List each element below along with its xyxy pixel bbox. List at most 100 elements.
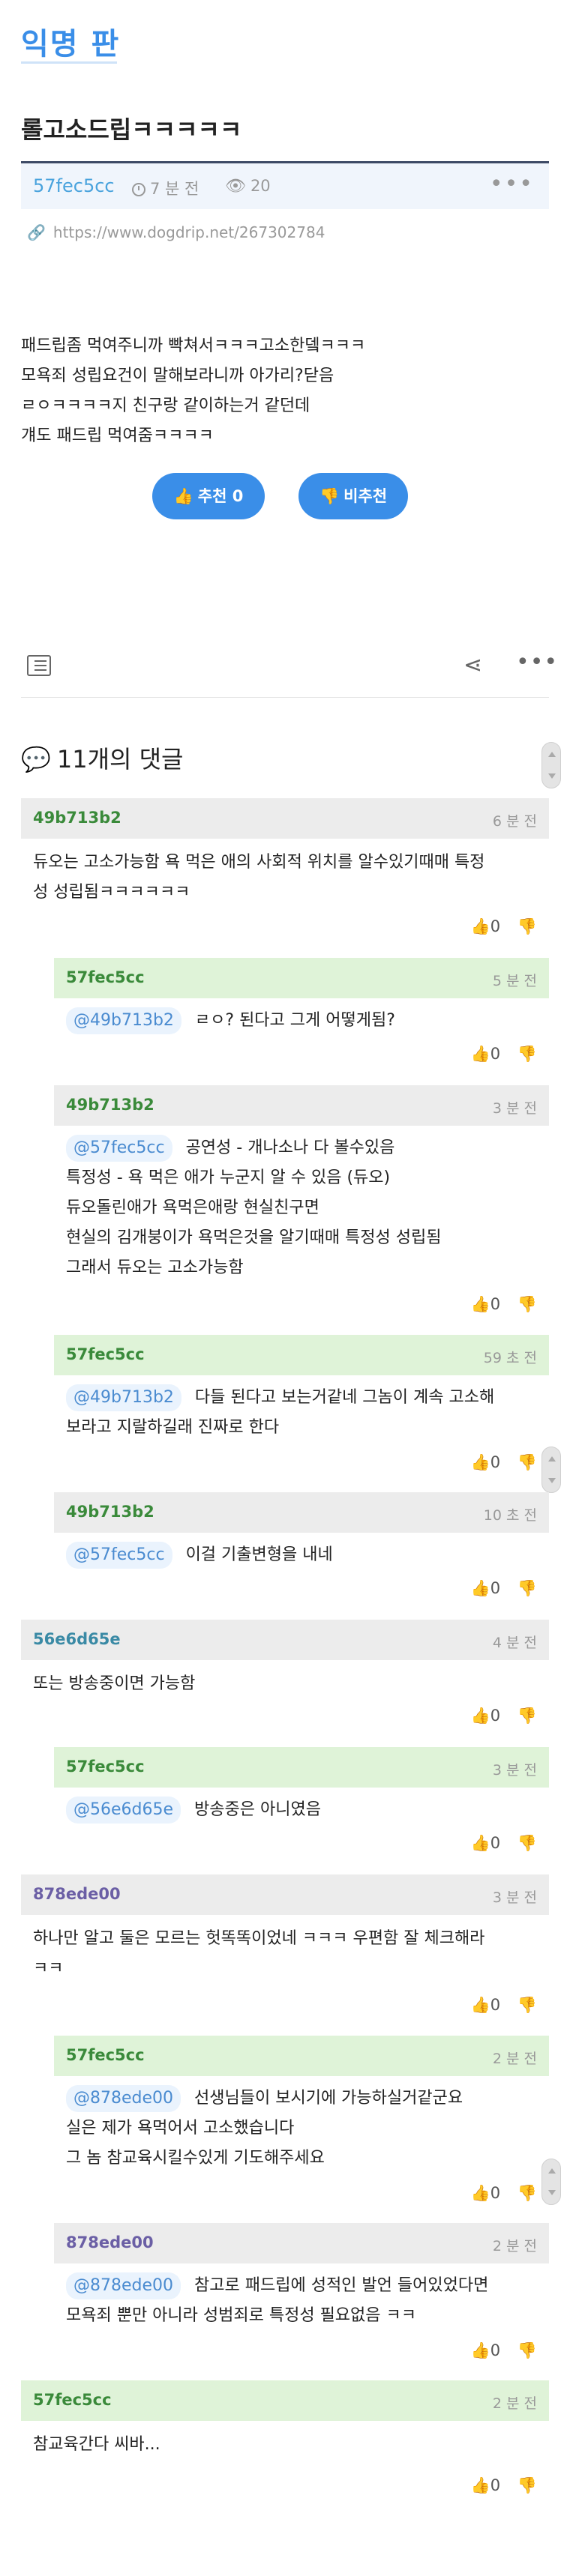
comment-time: 3 분 전: [492, 1889, 537, 1906]
comment-line: 보라고 지랄하길래 진짜로 한다: [66, 1418, 280, 1437]
comment-mention[interactable]: @49b713b2: [66, 1007, 182, 1034]
comment-header: 57fec5cc 2 분 전: [54, 2036, 549, 2076]
comment-item: 57fec5cc 2 분 전 @878ede00 선생님들이 보시기에 가능하실거…: [54, 2036, 549, 2223]
thumbs-up-icon: 👍: [470, 1045, 490, 1063]
comment-time: 2 분 전: [492, 2238, 537, 2254]
comment-dislike-button[interactable]: 👎: [518, 1295, 537, 1314]
comment-dislike-button[interactable]: 👎: [518, 2341, 537, 2360]
comment-mention[interactable]: @878ede00: [66, 2272, 182, 2299]
comment-like-button[interactable]: 👍0: [471, 2476, 501, 2495]
upvote-label: 추천 0: [197, 487, 244, 505]
post-body-line: 걔도 패드립 먹여줌ㅋㅋㅋㅋ: [21, 426, 214, 445]
comment-dislike-button[interactable]: 👎: [518, 2476, 537, 2495]
comment-time: 5 분 전: [492, 973, 537, 989]
comment-author[interactable]: 57fec5cc: [66, 1345, 145, 1363]
comment-author[interactable]: 57fec5cc: [66, 968, 145, 986]
list-icon[interactable]: [27, 655, 51, 676]
comment-votes: 👍0 👎: [459, 1295, 537, 1314]
comment-like-button[interactable]: 👍0: [471, 917, 501, 936]
thumbs-down-icon: 👎: [517, 1295, 537, 1313]
comment-time: 10 초 전: [483, 1507, 537, 1524]
comment-line: 듀오돌린애가 욕먹은애랑 현실친구면: [66, 1198, 320, 1217]
post-more-menu-icon[interactable]: •••: [490, 171, 534, 197]
comment-dislike-button[interactable]: 👎: [518, 1834, 537, 1853]
comment-like-button[interactable]: 👍0: [471, 1707, 501, 1725]
thumbs-down-icon: 👎: [319, 487, 340, 505]
post-body-line: 모욕죄 성립요건이 말해보라니까 아가리?닫음: [21, 367, 334, 385]
comment-author[interactable]: 49b713b2: [66, 1096, 154, 1114]
comment-author[interactable]: 56e6d65e: [33, 1630, 121, 1648]
comment-line: 실은 제가 욕먹어서 고소했습니다: [66, 2119, 295, 2138]
comment-votes: 👍0 👎: [459, 1834, 537, 1853]
comment-mention[interactable]: @878ede00: [66, 2085, 182, 2112]
comment-header: 49b713b2 3 분 전: [54, 1085, 549, 1126]
comment-dislike-button[interactable]: 👎: [518, 1045, 537, 1064]
comment-dislike-button[interactable]: 👎: [518, 2184, 537, 2203]
board-title[interactable]: 익명 판: [21, 19, 120, 63]
comment-header: 57fec5cc 59 초 전: [54, 1335, 549, 1375]
thumbs-up-icon: 👍: [470, 2476, 490, 2494]
thumbs-up-icon: 👍: [470, 2341, 490, 2359]
post-url-text[interactable]: https://www.dogdrip.net/267302784: [53, 223, 326, 241]
comment-mention[interactable]: @57fec5cc: [66, 1542, 172, 1569]
more-options-icon[interactable]: •••: [516, 649, 558, 675]
comment-votes: 👍0 👎: [459, 1707, 537, 1725]
upvote-button[interactable]: 👍 추천 0: [152, 473, 265, 519]
comment-dislike-button[interactable]: 👎: [518, 1579, 537, 1598]
comment-author[interactable]: 878ede00: [33, 1885, 121, 1903]
thumbs-up-icon: 👍: [470, 1707, 490, 1725]
comment-votes: 👍0 👎: [459, 1453, 537, 1472]
comment-mention[interactable]: @57fec5cc: [66, 1135, 172, 1162]
comment-header: 57fec5cc 2 분 전: [21, 2380, 549, 2421]
comment-like-button[interactable]: 👍0: [471, 1453, 501, 1472]
comment-header: 49b713b2 6 분 전: [21, 798, 549, 839]
comment-author[interactable]: 49b713b2: [33, 809, 122, 827]
comment-line: 방송중은 아니였음: [194, 1800, 321, 1819]
comment-item: 57fec5cc 2 분 전 참교육간다 씨바... 👍0 👎: [21, 2380, 549, 2530]
comment-author[interactable]: 57fec5cc: [66, 2046, 145, 2064]
comment-like-button[interactable]: 👍0: [471, 1045, 501, 1064]
comment-header: 57fec5cc 5 분 전: [54, 958, 549, 998]
thumbs-up-icon: 👍: [470, 917, 490, 935]
comment-like-count: 0: [490, 2476, 501, 2494]
comment-line: 이걸 기출변형을 내네: [185, 1545, 333, 1564]
comment-author[interactable]: 57fec5cc: [66, 1758, 145, 1776]
comment-header: 878ede00 2 분 전: [54, 2223, 549, 2263]
comment-line: 현실의 김개붕이가 욕먹은것을 알기때매 특정성 성립됨: [66, 1228, 442, 1247]
scroll-handle[interactable]: [542, 742, 561, 788]
post-url[interactable]: 🔗 https://www.dogdrip.net/267302784: [27, 223, 325, 241]
comment-header: 57fec5cc 3 분 전: [54, 1747, 549, 1788]
comment-mention[interactable]: @56e6d65e: [66, 1797, 182, 1824]
comment-like-button[interactable]: 👍0: [471, 1579, 501, 1598]
comment-like-button[interactable]: 👍0: [471, 2184, 501, 2203]
comment-text: 하나만 알고 둘은 모르는 헛똑똑이었네 ㅋㅋㅋ 우편함 잘 체크해라 ㅋㅋ: [33, 1924, 537, 1984]
comment-item: 878ede00 3 분 전 하나만 알고 둘은 모르는 헛똑똑이었네 ㅋㅋㅋ …: [21, 1874, 549, 2036]
comment-like-button[interactable]: 👍0: [471, 2341, 501, 2360]
comment-like-button[interactable]: 👍0: [471, 1834, 501, 1853]
comment-author[interactable]: 49b713b2: [66, 1503, 154, 1521]
comment-like-count: 0: [490, 1579, 501, 1597]
comments-count: 11개의 댓글: [56, 745, 184, 773]
comment-author[interactable]: 878ede00: [66, 2233, 154, 2251]
comment-like-count: 0: [490, 1045, 501, 1063]
comment-like-button[interactable]: 👍0: [471, 1996, 501, 2015]
comment-text: @878ede00 선생님들이 보시기에 가능하실거같군요 실은 제가 욕먹어서 …: [66, 2084, 537, 2174]
post-author[interactable]: 57fec5cc: [33, 175, 115, 196]
comment-like-button[interactable]: 👍0: [471, 1295, 501, 1314]
clock-icon: [132, 183, 146, 196]
comment-dislike-button[interactable]: 👎: [518, 1996, 537, 2015]
downvote-button[interactable]: 👎 비추천: [298, 473, 408, 519]
comment-text: @878ede00 참고로 패드립에 성적인 발언 들어있었다면 모욕죄 뿐만 아…: [66, 2271, 537, 2331]
eye-icon: 👁: [225, 177, 246, 196]
thumbs-down-icon: 👎: [517, 1453, 537, 1471]
comment-line: 참고로 패드립에 성적인 발언 들어있었다면: [194, 2276, 489, 2295]
comment-dislike-button[interactable]: 👎: [518, 1453, 537, 1472]
comment-line: 공연성 - 개나소나 다 볼수있음: [185, 1138, 395, 1157]
comment-dislike-button[interactable]: 👎: [518, 917, 537, 936]
comment-dislike-button[interactable]: 👎: [518, 1707, 537, 1725]
comment-like-count: 0: [490, 1996, 501, 2014]
comment-author[interactable]: 57fec5cc: [33, 2391, 112, 2409]
comment-like-count: 0: [490, 917, 501, 935]
share-icon[interactable]: ⋖: [464, 652, 482, 678]
comment-mention[interactable]: @49b713b2: [66, 1384, 182, 1411]
